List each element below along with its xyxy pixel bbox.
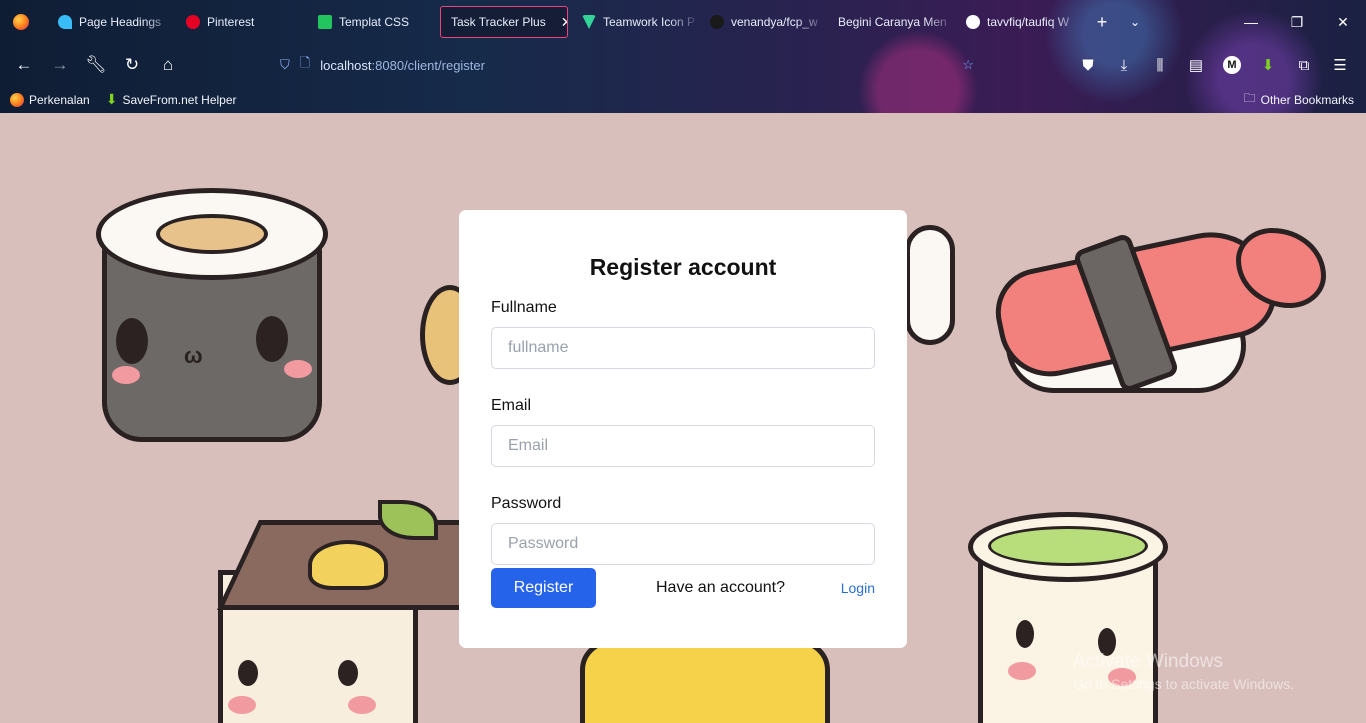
back-arrow-icon[interactable]: ← <box>6 47 42 83</box>
url-host: localhost <box>320 57 372 73</box>
pinterest-icon <box>186 15 200 29</box>
firefox-menu-icon[interactable] <box>0 0 42 44</box>
register-button[interactable]: Register <box>491 568 596 608</box>
watermark-subtitle: Go to Settings to activate Windows. <box>1073 676 1294 692</box>
firefox-icon <box>10 92 24 107</box>
savefrom-download-icon[interactable]: ⬇ <box>1250 47 1286 83</box>
password-label: Password <box>491 495 562 512</box>
sidebar-icon[interactable]: ▤ <box>1178 47 1214 83</box>
bookmark-star-icon[interactable]: ☆ <box>962 57 974 73</box>
library-icon[interactable]: ⫼ <box>1142 47 1178 83</box>
page-title: Register account <box>589 254 777 280</box>
browser-chrome: Page Headings Pinterest Templat CSS Task… <box>0 0 1366 113</box>
page-icon: 🗋︎ <box>299 55 311 70</box>
tailwind-icon <box>58 15 72 29</box>
nav-toolbar: ← → 🔧︎ ↻ ⌂ ⛉ 🗋︎ localhost:8080/client/re… <box>0 44 1366 86</box>
close-tab-icon[interactable]: ✕ <box>561 14 567 31</box>
cake-illustration <box>208 500 529 723</box>
folder-icon: 🗀︎ <box>1243 91 1256 105</box>
close-window-icon[interactable]: ✕ <box>1320 0 1366 44</box>
tab-label: venandya/fcp_w <box>731 15 818 29</box>
github-icon <box>710 15 724 29</box>
github-icon <box>966 15 980 29</box>
download-arrow-icon: ⬇ <box>105 91 118 107</box>
tab-task-tracker-plus[interactable]: Task Tracker Plus ✕ <box>440 6 568 38</box>
tab-tavvfiq-taufiq[interactable]: tavvfiq/taufiq W <box>956 6 1084 38</box>
tab-page-headings[interactable]: Page Headings <box>48 6 176 38</box>
other-bookmarks-label: Other Bookmarks <box>1260 92 1354 107</box>
w-logo-icon <box>318 15 332 29</box>
toolbar-right: ⛊ ⤓ ⫼ ▤ M ⬇ ⧉ ☰ <box>1070 44 1358 86</box>
form-actions: Register Have an account? Login <box>491 568 875 608</box>
pocket-icon[interactable]: ⛊ <box>1070 47 1106 83</box>
tab-label: Task Tracker Plus <box>451 15 546 29</box>
tab-templat-css[interactable]: Templat CSS <box>308 6 436 38</box>
rice-ball-illustration <box>905 225 955 345</box>
window-controls: — ❐ ✕ <box>1228 0 1366 44</box>
fullname-label: Fullname <box>491 299 557 316</box>
list-all-tabs-chevron-icon[interactable]: ⌄ <box>1120 15 1150 29</box>
register-card: Register account Fullname Email Password… <box>459 210 907 648</box>
bookmarks-toolbar: Perkenalan ⬇ SaveFrom.net Helper 🗀︎ Othe… <box>0 86 1366 113</box>
bookmark-perkenalan[interactable]: Perkenalan <box>0 92 96 107</box>
pudding-illustration <box>580 640 830 723</box>
url-bar[interactable]: ⛉ 🗋︎ localhost:8080/client/register ☆ <box>272 50 992 80</box>
tab-label: Begini Caranya Men <box>838 15 947 29</box>
url-path: :8080/client/register <box>371 57 485 73</box>
home-icon[interactable]: ⌂ <box>150 47 186 83</box>
url-text[interactable]: localhost:8080/client/register <box>320 58 485 73</box>
bookmark-savefrom[interactable]: ⬇ SaveFrom.net Helper <box>96 91 243 108</box>
tab-pinterest[interactable]: Pinterest <box>176 6 304 38</box>
wrench-icon[interactable]: 🔧︎ <box>78 47 114 83</box>
sushi-roll-illustration: ω <box>96 188 328 444</box>
tab-venandya-fcp[interactable]: venandya/fcp_w <box>700 6 828 38</box>
restore-icon[interactable]: ❐ <box>1274 0 1320 44</box>
nigiri-illustration <box>987 220 1326 398</box>
tab-label: Page Headings <box>79 15 162 29</box>
tab-label: Pinterest <box>207 15 255 29</box>
hamburger-menu-icon[interactable]: ☰ <box>1322 47 1358 83</box>
reload-icon[interactable]: ↻ <box>114 47 150 83</box>
fullname-input[interactable] <box>491 327 875 369</box>
teamwork-icon <box>582 15 596 29</box>
tab-teamwork-icon[interactable]: Teamwork Icon P <box>572 6 700 38</box>
watermark-title: Activate Windows <box>1073 651 1223 672</box>
have-account-text: Have an account? <box>656 579 785 596</box>
tab-label: tavvfiq/taufiq W <box>987 15 1070 29</box>
tab-label: Teamwork Icon P <box>603 15 696 29</box>
email-input[interactable] <box>491 425 875 467</box>
email-label: Email <box>491 397 532 414</box>
tab-begini-caranya[interactable]: Begini Caranya Men <box>828 6 956 38</box>
account-m-icon[interactable]: M <box>1214 47 1250 83</box>
tab-bar: Page Headings Pinterest Templat CSS Task… <box>0 0 1366 44</box>
tab-label: Templat CSS <box>339 15 410 29</box>
password-input[interactable] <box>491 523 875 565</box>
shield-icon[interactable]: ⛉ <box>280 57 290 73</box>
activate-windows-watermark: Activate Windows Go to Settings to activ… <box>1073 651 1294 692</box>
minimize-icon[interactable]: — <box>1228 0 1274 44</box>
other-bookmarks[interactable]: 🗀︎ Other Bookmarks <box>1244 86 1354 113</box>
extensions-puzzle-icon[interactable]: ⧉ <box>1286 47 1322 83</box>
new-tab-plus-icon[interactable]: + <box>1084 12 1120 33</box>
forward-arrow-icon[interactable]: → <box>42 47 78 83</box>
login-link[interactable]: Login <box>841 580 875 596</box>
bookmark-label: Perkenalan <box>29 92 90 107</box>
bookmark-label: SaveFrom.net Helper <box>122 92 237 107</box>
downloads-icon[interactable]: ⤓ <box>1106 47 1142 83</box>
